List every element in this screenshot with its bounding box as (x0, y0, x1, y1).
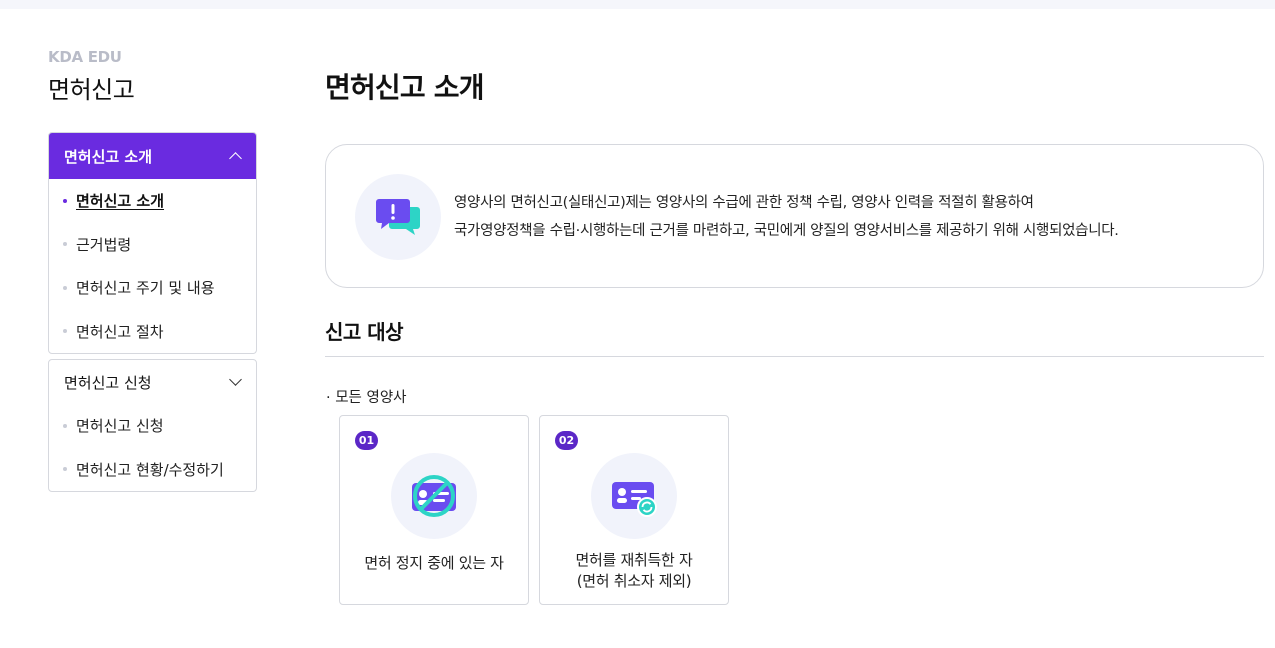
sidebar-item-law[interactable]: 근거법령 (49, 223, 256, 267)
intro-line-1: 영양사의 면허신고(실태신고)제는 영양사의 수급에 관한 정책 수립, 영양사… (454, 195, 1034, 211)
card-badge: 02 (555, 431, 578, 450)
target-card-reacquired: 02 면허를 재취득한 자 (면허 취소자 제외) (539, 415, 729, 605)
target-card-suspended: 01 면허 정지 중에 있는 자 (339, 415, 529, 605)
top-bar (0, 0, 1275, 9)
license-suspended-icon (391, 453, 477, 539)
card-badge: 01 (355, 431, 378, 450)
target-label: · 모든 영양사 (326, 390, 407, 406)
intro-text: 영양사의 면허신고(실태신고)제는 영양사의 수급에 관한 정책 수립, 영양사… (454, 189, 1119, 245)
card-line-1: 면허를 재취득한 자 (575, 551, 693, 569)
sidebar-item-cycle[interactable]: 면허신고 주기 및 내용 (49, 266, 256, 310)
chevron-down-icon (229, 373, 242, 386)
sidebar-item-intro[interactable]: 면허신고 소개 (49, 179, 256, 223)
menu-group-intro-label: 면허신고 소개 (64, 147, 153, 166)
bullet-dot (63, 467, 67, 472)
menu-group-apply-header[interactable]: 면허신고 신청 (49, 360, 256, 404)
menu-group-intro: 면허신고 소개 면허신고 소개 근거법령 면허신고 주기 및 내용 면허신고 절… (48, 132, 257, 354)
sidebar-title: 면허신고 (48, 76, 135, 104)
sidebar-item-label: 근거법령 (76, 235, 132, 254)
chevron-up-icon (229, 152, 242, 165)
intro-line-2: 국가영양정책을 수립·시행하는데 근거를 마련하고, 국민에게 양질의 영양서비… (454, 223, 1119, 239)
sidebar-item-label: 면허신고 주기 및 내용 (76, 279, 215, 298)
brand-label: KDA EDU (48, 48, 122, 66)
card-line-1: 면허 정지 중에 있는 자 (364, 554, 504, 572)
card-text: 면허를 재취득한 자 (면허 취소자 제외) (540, 550, 728, 592)
section-title: 신고 대상 (325, 320, 404, 344)
sidebar-item-status[interactable]: 면허신고 현황/수정하기 (49, 448, 256, 492)
sidebar-item-label: 면허신고 소개 (76, 192, 165, 211)
intro-box: 영양사의 면허신고(실태신고)제는 영양사의 수급에 관한 정책 수립, 영양사… (325, 144, 1264, 288)
sidebar-item-label: 면허신고 현황/수정하기 (76, 460, 224, 479)
bullet-dot (63, 285, 67, 290)
bullet-dot (63, 329, 67, 334)
sidebar-item-label: 면허신고 절차 (76, 322, 164, 341)
bullet-dot (63, 423, 67, 428)
bullet-dot (63, 198, 67, 203)
menu-group-apply-label: 면허신고 신청 (64, 373, 152, 392)
license-renewed-icon (591, 453, 677, 539)
alert-chat-icon (355, 174, 441, 260)
card-text: 면허 정지 중에 있는 자 (340, 553, 528, 574)
bullet-dot (63, 242, 67, 247)
section-divider (325, 356, 1264, 357)
menu-group-intro-header[interactable]: 면허신고 소개 (49, 133, 256, 179)
card-line-2: (면허 취소자 제외) (576, 572, 692, 590)
sidebar-item-procedure[interactable]: 면허신고 절차 (49, 310, 256, 354)
page-title: 면허신고 소개 (325, 71, 485, 104)
sidebar-item-label: 면허신고 신청 (76, 417, 164, 436)
menu-group-apply: 면허신고 신청 면허신고 신청 면허신고 현황/수정하기 (48, 359, 257, 492)
sidebar-item-apply[interactable]: 면허신고 신청 (49, 404, 256, 448)
